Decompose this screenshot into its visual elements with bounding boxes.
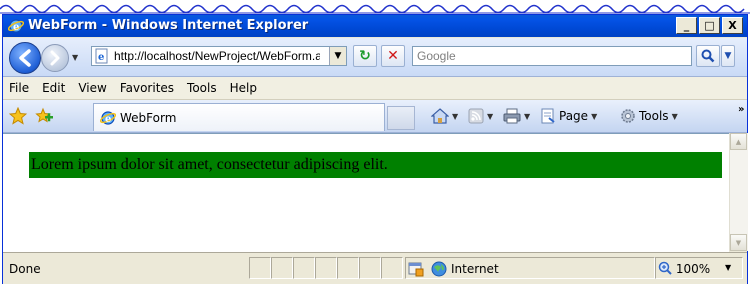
page-icon: e [95,48,108,64]
page-content: Lorem ipsum dolor sit amet, consectetur … [3,133,729,252]
print-icon [503,108,521,124]
tools-dropdown-icon: ▼ [671,111,678,121]
search-icon [701,49,715,63]
status-segment [249,257,271,279]
feeds-button[interactable]: ▼ [468,108,493,124]
address-dropdown-button[interactable]: ▼ [329,47,346,65]
print-dropdown-icon[interactable]: ▼ [524,112,530,121]
search-options-dropdown[interactable]: ▼ [721,45,735,67]
status-segment [381,257,403,279]
close-button[interactable]: X [722,17,743,34]
scroll-up-button[interactable]: ▲ [730,133,747,150]
add-to-favorites-icon[interactable] [35,107,53,125]
gear-icon [621,109,635,123]
globe-icon [431,261,447,277]
back-arrow-icon [19,49,31,67]
search-placeholder: Google [417,49,456,63]
favorites-center-icon[interactable] [9,107,27,125]
status-text: Done [9,262,41,276]
window-title: WebForm - Windows Internet Explorer [28,18,309,33]
status-segment [359,257,381,279]
navigation-bar: ▼ e http://localhost/NewProject/WebForm.… [3,38,747,77]
home-dropdown-icon[interactable]: ▼ [452,112,458,121]
scroll-down-button[interactable]: ▼ [730,234,747,251]
forward-arrow-icon [50,50,60,66]
status-bar: Done Internet 100% ▼ [3,252,747,284]
refresh-button[interactable]: ↻ [353,45,377,67]
forward-button[interactable] [41,44,69,72]
tools-menu-button[interactable]: Tools ▼ [620,108,678,124]
home-icon [431,108,449,124]
vertical-scrollbar[interactable]: ▲ ▼ [729,133,748,251]
zoom-dropdown-icon[interactable]: ▼ [725,263,731,272]
svg-text:e: e [98,52,104,63]
svg-text:e: e [13,22,19,33]
recent-pages-dropdown-icon[interactable]: ▼ [72,53,78,62]
refresh-icon: ↻ [359,48,371,64]
menu-edit[interactable]: Edit [36,81,72,95]
menu-favorites[interactable]: Favorites [114,81,181,95]
background-link-strip [0,0,750,14]
status-segment [293,257,315,279]
page-icon [541,108,555,124]
search-button[interactable] [696,45,720,67]
feeds-icon [468,108,484,124]
print-button[interactable]: ▼ [503,108,530,124]
back-button[interactable] [9,42,41,74]
menu-help[interactable]: Help [224,81,264,95]
zoom-icon [658,261,672,275]
home-button[interactable]: ▼ [431,108,458,124]
svg-text:e: e [105,114,111,125]
page-dropdown-icon: ▼ [591,111,598,121]
maximize-button[interactable]: □ [699,17,720,34]
internet-explorer-icon: e [100,111,116,125]
page-menu-button[interactable]: Page ▼ [540,108,597,124]
address-url[interactable]: http://localhost/NewProject/WebForm.aspx [114,49,320,63]
menu-tools[interactable]: Tools [181,81,224,95]
zoom-level[interactable]: 100% [658,261,710,276]
zoom-label: 100% [675,262,711,276]
internet-explorer-icon: e [8,19,24,33]
stop-button[interactable]: ✕ [381,45,405,67]
zone-label: Internet [451,262,499,276]
browser-window: e WebForm - Windows Internet Explorer _ … [2,14,748,284]
green-banner: Lorem ipsum dolor sit amet, consectetur … [29,152,722,178]
tab-label: WebForm [120,111,177,125]
title-bar[interactable]: e WebForm - Windows Internet Explorer _ … [3,15,747,37]
address-bar[interactable]: e http://localhost/NewProject/WebForm.as… [91,46,347,66]
tools-menu-label: Tools [639,109,669,123]
page-menu-label: Page [559,109,589,123]
menu-view[interactable]: View [72,81,113,95]
status-segment [337,257,359,279]
minimize-button[interactable]: _ [676,17,697,34]
tab-bar: e WebForm ▼ ▼ ▼ Page ▼ Tools ▼ » [3,100,747,133]
feeds-dropdown-icon[interactable]: ▼ [487,112,493,121]
new-tab-button[interactable] [387,106,415,130]
status-segment [315,257,337,279]
toolbar-overflow-chevron-icon[interactable]: » [738,104,744,115]
banner-text: Lorem ipsum dolor sit amet, consectetur … [31,156,388,173]
stop-icon: ✕ [387,48,399,64]
search-input[interactable]: Google [412,46,692,66]
menu-bar: File Edit View Favorites Tools Help [3,77,747,100]
menu-file[interactable]: File [3,81,36,95]
tab-webform[interactable]: e WebForm [93,103,385,131]
status-segment [271,257,293,279]
